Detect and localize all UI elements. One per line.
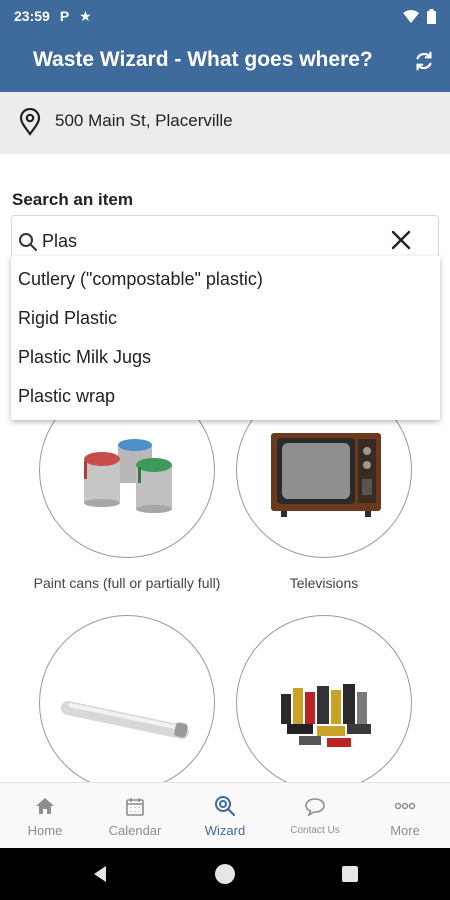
item-circle	[236, 615, 412, 791]
system-nav-bar	[0, 848, 450, 900]
chat-bubble-icon	[305, 797, 325, 816]
nav-more[interactable]: More	[360, 783, 450, 848]
fluorescent-tube-image	[61, 701, 189, 739]
suggestion-item[interactable]: Plastic Milk Jugs	[11, 338, 440, 377]
suggestions-dropdown: Cutlery ("compostable" plastic) Rigid Pl…	[11, 256, 440, 420]
suggestion-item[interactable]: Cutlery ("compostable" plastic)	[11, 260, 440, 299]
home-icon	[36, 798, 54, 814]
calendar-icon	[126, 797, 144, 816]
item-label: Televisions	[289, 575, 359, 591]
wizard-search-icon	[215, 796, 235, 816]
app-bar: Waste Wizard - What goes where?	[0, 32, 450, 92]
nav-label: Home	[27, 823, 63, 838]
nav-contact-us[interactable]: Contact Us	[270, 783, 360, 848]
more-dots-icon	[394, 802, 416, 810]
nav-label: Wizard	[204, 823, 246, 838]
nav-calendar[interactable]: Calendar	[90, 783, 180, 848]
location-pin-icon	[19, 108, 41, 136]
app-title: Waste Wizard - What goes where?	[33, 48, 373, 71]
battery-icon	[427, 8, 436, 24]
nav-label: More	[390, 823, 420, 838]
back-icon[interactable]	[92, 865, 108, 883]
suggestion-item[interactable]: Rigid Plastic	[11, 299, 440, 338]
status-bar: 23:59 P ★	[0, 0, 450, 32]
suggestion-item[interactable]: Plastic wrap	[11, 377, 440, 416]
refresh-button[interactable]	[410, 47, 438, 75]
home-system-icon[interactable]	[215, 864, 235, 884]
nav-label: Contact Us	[290, 825, 340, 836]
search-label: Search an item	[12, 190, 133, 209]
address-text: 500 Main St, Placerville	[55, 111, 233, 130]
address-bar[interactable]: 500 Main St, Placerville	[0, 92, 450, 154]
refresh-icon	[416, 51, 432, 71]
bottom-nav: Home Calendar Wizard Contact Us More	[0, 782, 450, 848]
parking-icon: P	[59, 8, 70, 24]
status-time: 23:59	[14, 8, 50, 24]
recents-icon[interactable]	[342, 866, 358, 882]
star-icon: ★	[79, 8, 92, 24]
search-icon	[19, 233, 37, 251]
wifi-icon	[403, 9, 419, 23]
clear-search-icon[interactable]	[390, 229, 412, 251]
item-label: Paint cans (full or partially full)	[33, 575, 221, 591]
nav-home[interactable]: Home	[0, 783, 90, 848]
item-circle	[39, 615, 215, 791]
batteries-image	[281, 684, 371, 747]
nav-label: Calendar	[108, 823, 162, 838]
search-input[interactable]	[42, 228, 382, 254]
nav-wizard[interactable]: Wizard	[180, 783, 270, 848]
